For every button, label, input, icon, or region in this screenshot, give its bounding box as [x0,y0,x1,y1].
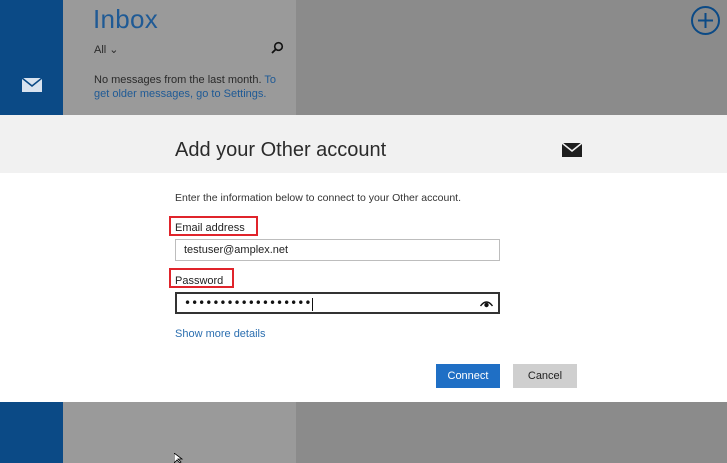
password-label-highlight [169,268,234,288]
dialog-instructions: Enter the information below to connect t… [175,192,461,204]
password-field[interactable]: •••••••••••••••••• [175,292,500,314]
mail-icon [562,143,582,157]
empty-inbox-message: No messages from the last month. To get … [94,73,294,101]
connect-button[interactable]: Connect [436,364,500,388]
search-icon[interactable] [270,41,284,55]
account-tile-secondary[interactable] [0,402,63,463]
email-field[interactable]: testuser@amplex.net [175,239,500,261]
filter-label: All [94,44,107,56]
show-more-details-link[interactable]: Show more details [175,328,266,340]
inbox-title: Inbox [93,4,159,34]
chevron-down-icon: ⌄ [109,44,119,56]
add-account-dialog: Add your Other account Enter the informa… [0,115,727,402]
add-icon[interactable] [690,5,721,36]
password-mask: •••••••••••••••••• [184,296,312,310]
email-label-highlight [169,216,258,236]
filter-dropdown[interactable]: All ⌄ [94,43,119,56]
mail-icon [22,78,42,92]
dialog-title: Add your Other account [175,139,387,161]
eye-icon[interactable] [480,299,493,308]
cancel-button[interactable]: Cancel [513,364,577,388]
empty-message-text: No messages from the last month. [94,74,262,86]
text-caret [312,297,314,311]
dialog-header: Add your Other account [0,115,727,173]
cursor-icon [174,453,184,463]
account-tile[interactable] [0,0,63,115]
